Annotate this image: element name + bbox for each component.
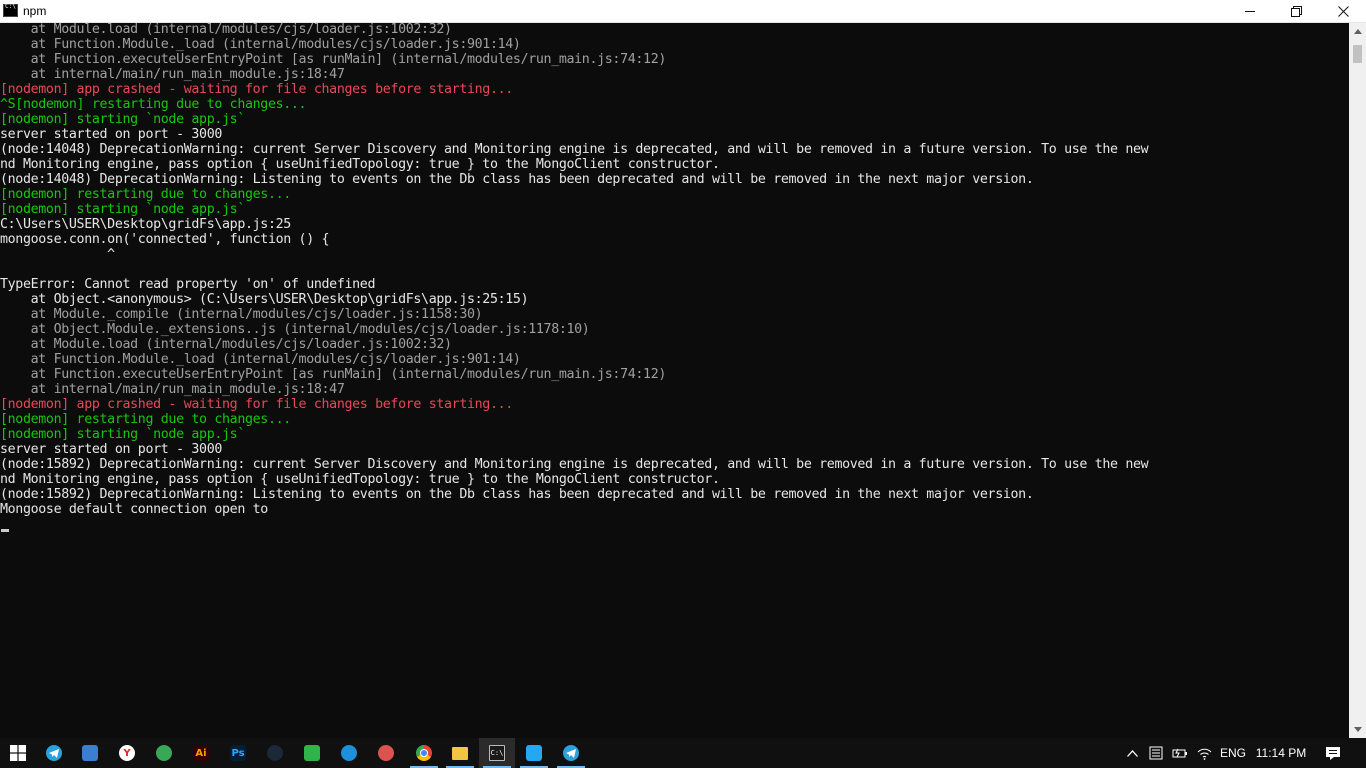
adobe-photoshop-icon: Ps xyxy=(230,745,246,761)
clock[interactable]: 11:14 PM xyxy=(1252,738,1310,768)
taskbar-button-yandex-browser[interactable]: Y xyxy=(109,738,145,768)
console-line: server started on port - 3000 xyxy=(0,127,223,142)
command-prompt-icon xyxy=(3,3,18,17)
restore-icon xyxy=(1291,6,1302,17)
scroll-up-button[interactable] xyxy=(1349,23,1366,40)
start-windows-icon xyxy=(10,745,26,761)
taskbar-button-steam[interactable] xyxy=(257,738,293,768)
taskbar-button-telegram[interactable] xyxy=(36,738,72,768)
tray-wifi-button[interactable] xyxy=(1193,738,1215,768)
chevron-up-icon xyxy=(1353,29,1362,34)
console-line: [nodemon] app crashed - waiting for file… xyxy=(0,397,513,412)
console-line: [nodemon] app crashed - waiting for file… xyxy=(0,82,513,97)
console-line: server started on port - 3000 xyxy=(0,442,223,457)
taskbar-button-google-chrome[interactable] xyxy=(406,738,442,768)
chevron-down-icon xyxy=(1353,727,1362,732)
console-output[interactable]: at Module.load (internal/modules/cjs/loa… xyxy=(0,23,1349,738)
telegram-icon xyxy=(46,745,62,761)
console-line: at internal/main/run_main_module.js:18:4… xyxy=(0,382,345,397)
window-title: npm xyxy=(23,4,47,18)
console-line: at Module.load (internal/modules/cjs/loa… xyxy=(0,337,452,352)
vscode-icon xyxy=(526,745,542,761)
taskbar-button-this-pc[interactable] xyxy=(72,738,108,768)
command-prompt-icon: C:\ xyxy=(489,745,505,761)
taskbar-button-vscode[interactable] xyxy=(516,738,552,768)
console-line: [nodemon] starting `node app.js` xyxy=(0,427,245,442)
console-line: [nodemon] starting `node app.js` xyxy=(0,202,245,217)
console-line: (node:15892) DeprecationWarning: current… xyxy=(0,457,1149,472)
google-chrome-icon xyxy=(416,745,432,761)
console-line: ^ xyxy=(0,247,115,262)
telegram-running-icon xyxy=(563,745,579,761)
taskbar-button-microsoft-edge[interactable] xyxy=(331,738,367,768)
vertical-scrollbar[interactable] xyxy=(1349,23,1366,738)
console-line: nd Monitoring engine, pass option { useU… xyxy=(0,157,720,172)
console-line: [nodemon] starting `node app.js` xyxy=(0,112,245,127)
taskbar-button-start-windows[interactable] xyxy=(0,738,36,768)
console-line: at Object.<anonymous> (C:\Users\USER\Des… xyxy=(0,292,529,307)
close-icon xyxy=(1337,5,1349,17)
console-line: C:\Users\USER\Desktop\gridFs\app.js:25 xyxy=(0,217,291,232)
console-line: at Function.Module._load (internal/modul… xyxy=(0,37,521,52)
console-line: TypeError: Cannot read property 'on' of … xyxy=(0,277,376,292)
phone-app-icon xyxy=(304,745,320,761)
tray-keyboard-button[interactable] xyxy=(1145,738,1167,768)
taskbar: Y Ai Ps C:\ ENG 11:14 PM xyxy=(0,738,1366,768)
console-line: at Function.executeUserEntryPoint [as ru… xyxy=(0,367,667,382)
console-line: at internal/main/run_main_module.js:18:4… xyxy=(0,67,345,82)
console-line: at Module._compile (internal/modules/cjs… xyxy=(0,307,483,322)
restore-button[interactable] xyxy=(1273,0,1319,22)
adobe-illustrator-icon: Ai xyxy=(193,745,209,761)
console-line: (node:14048) DeprecationWarning: Listeni… xyxy=(0,172,1034,187)
wifi-icon xyxy=(1197,748,1211,760)
taskbar-button-command-prompt[interactable]: C:\ xyxy=(479,738,515,768)
taskbar-button-colorful-app[interactable] xyxy=(146,738,182,768)
microsoft-edge-icon xyxy=(341,745,357,761)
scrollbar-thumb[interactable] xyxy=(1353,45,1362,63)
paint-app-icon xyxy=(378,745,394,761)
console-lines: at Module.load (internal/modules/cjs/loa… xyxy=(0,23,1149,517)
console-line: ^S[nodemon] restarting due to changes... xyxy=(0,97,307,112)
console-line: at Function.executeUserEntryPoint [as ru… xyxy=(0,52,667,67)
console-line: mongoose.conn.on('connected', function (… xyxy=(0,232,330,247)
console-line: at Object.Module._extensions..js (intern… xyxy=(0,322,590,337)
console-line: [nodemon] restarting due to changes... xyxy=(0,187,291,202)
taskbar-button-adobe-photoshop[interactable]: Ps xyxy=(220,738,256,768)
taskbar-button-file-explorer[interactable] xyxy=(442,738,478,768)
console-line: at Module.load (internal/modules/cjs/loa… xyxy=(0,23,452,37)
battery-icon xyxy=(1172,748,1187,758)
notification-icon xyxy=(1326,746,1340,760)
file-explorer-icon xyxy=(452,746,468,760)
yandex-browser-icon: Y xyxy=(119,745,135,761)
this-pc-icon xyxy=(82,745,98,761)
scroll-down-button[interactable] xyxy=(1349,721,1366,738)
tray-overflow-button[interactable] xyxy=(1121,738,1143,768)
taskbar-button-paint-app[interactable] xyxy=(368,738,404,768)
console-line: (node:14048) DeprecationWarning: current… xyxy=(0,142,1149,157)
close-button[interactable] xyxy=(1320,0,1366,22)
tray-battery-button[interactable] xyxy=(1169,738,1191,768)
steam-icon xyxy=(267,745,283,761)
minimize-button[interactable] xyxy=(1227,0,1273,22)
keyboard-icon xyxy=(1149,746,1163,760)
console-line: at Function.Module._load (internal/modul… xyxy=(0,352,521,367)
chevron-up-icon xyxy=(1126,749,1138,757)
taskbar-button-telegram-running[interactable] xyxy=(553,738,589,768)
console-line: [nodemon] restarting due to changes... xyxy=(0,412,291,427)
window-titlebar[interactable]: npm xyxy=(0,0,1366,23)
text-cursor xyxy=(1,529,9,532)
colorful-app-icon xyxy=(156,745,172,761)
taskbar-button-adobe-illustrator[interactable]: Ai xyxy=(183,738,219,768)
notification-center-button[interactable] xyxy=(1320,738,1346,768)
taskbar-button-phone-app[interactable] xyxy=(294,738,330,768)
console-line: Mongoose default connection open to xyxy=(0,502,268,517)
minimize-icon xyxy=(1245,10,1255,12)
console-line: nd Monitoring engine, pass option { useU… xyxy=(0,472,720,487)
console-line: (node:15892) DeprecationWarning: Listeni… xyxy=(0,487,1034,502)
language-indicator[interactable]: ENG xyxy=(1218,738,1248,768)
